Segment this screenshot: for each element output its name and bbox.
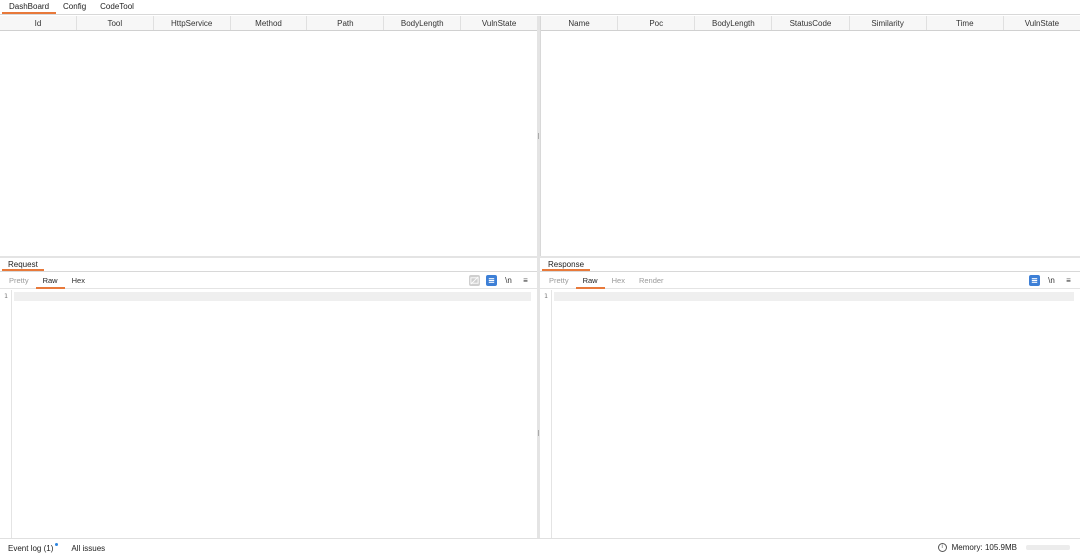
response-mode-hex[interactable]: Hex bbox=[605, 273, 632, 289]
column-header-vulnstate[interactable]: VulnState bbox=[1004, 16, 1080, 30]
right-table-header: Name Poc BodyLength StatusCode Similarit… bbox=[541, 16, 1080, 31]
column-header-method[interactable]: Method bbox=[231, 16, 308, 30]
response-toolbar: Pretty Raw Hex Render \n ≡ bbox=[540, 273, 1080, 289]
request-gutter: 1 bbox=[0, 290, 12, 538]
column-header-vulnstate[interactable]: VulnState bbox=[461, 16, 537, 30]
column-header-similarity[interactable]: Similarity bbox=[850, 16, 927, 30]
column-header-time[interactable]: Time bbox=[927, 16, 1004, 30]
response-mode-render[interactable]: Render bbox=[632, 273, 671, 289]
right-results-table: Name Poc BodyLength StatusCode Similarit… bbox=[540, 16, 1080, 256]
line-number: 1 bbox=[544, 292, 548, 300]
tab-response[interactable]: Response bbox=[542, 258, 591, 271]
column-header-path[interactable]: Path bbox=[307, 16, 385, 30]
right-table-body[interactable] bbox=[541, 31, 1080, 256]
splitter-grip bbox=[538, 430, 539, 436]
request-mode-pretty[interactable]: Pretty bbox=[2, 273, 36, 289]
response-mode-raw[interactable]: Raw bbox=[575, 273, 605, 289]
request-mode-raw[interactable]: Raw bbox=[35, 273, 65, 289]
tab-request[interactable]: Request bbox=[2, 258, 44, 271]
request-toolbar: Pretty Raw Hex \n ≡ bbox=[0, 273, 537, 289]
left-table-header: Id Tool HttpService Method Path BodyLeng… bbox=[0, 16, 537, 31]
current-line-highlight bbox=[14, 292, 531, 301]
column-header-id[interactable]: Id bbox=[0, 16, 77, 30]
newline-icon[interactable]: \n bbox=[1046, 275, 1057, 286]
all-issues-link[interactable]: All issues bbox=[71, 544, 105, 553]
hide-icon[interactable] bbox=[469, 275, 480, 286]
status-bar: Event log (1) All issues i Memory: 105.9… bbox=[0, 538, 1080, 557]
event-log-link[interactable]: Event log (1) bbox=[8, 542, 59, 553]
request-tools: \n ≡ bbox=[469, 275, 531, 286]
tab-dashboard[interactable]: DashBoard bbox=[2, 0, 57, 14]
format-icon[interactable] bbox=[486, 275, 497, 286]
column-header-tool[interactable]: Tool bbox=[77, 16, 154, 30]
left-results-table: Id Tool HttpService Method Path BodyLeng… bbox=[0, 16, 537, 256]
menu-icon[interactable]: ≡ bbox=[520, 275, 531, 286]
format-icon[interactable] bbox=[1029, 275, 1040, 286]
request-editor[interactable]: 1 bbox=[0, 290, 537, 538]
column-header-name[interactable]: Name bbox=[541, 16, 619, 30]
response-tools: \n ≡ bbox=[1029, 275, 1074, 286]
request-pane: Request Pretty Raw Hex \n ≡ 1 bbox=[0, 258, 537, 538]
response-pane: Response Pretty Raw Hex Render \n ≡ 1 bbox=[540, 258, 1080, 538]
memory-bar bbox=[1026, 545, 1070, 550]
response-gutter: 1 bbox=[540, 290, 552, 538]
memory-indicator: i Memory: 105.9MB bbox=[937, 543, 1070, 552]
info-icon: i bbox=[937, 543, 947, 552]
column-header-bodylength[interactable]: BodyLength bbox=[384, 16, 462, 30]
column-header-poc[interactable]: Poc bbox=[618, 16, 696, 30]
request-mode-hex[interactable]: Hex bbox=[65, 273, 92, 289]
event-log-label: Event log (1) bbox=[8, 543, 54, 553]
column-header-httpservice[interactable]: HttpService bbox=[154, 16, 231, 30]
left-table-body[interactable] bbox=[0, 31, 537, 256]
splitter-grip bbox=[538, 133, 539, 139]
memory-label: Memory: 105.9MB bbox=[951, 543, 1017, 552]
tab-codetool[interactable]: CodeTool bbox=[93, 0, 141, 14]
column-header-bodylength[interactable]: BodyLength bbox=[695, 16, 773, 30]
line-number: 1 bbox=[4, 292, 8, 300]
tab-config[interactable]: Config bbox=[56, 0, 93, 14]
response-editor[interactable]: 1 bbox=[540, 290, 1080, 538]
newline-icon[interactable]: \n bbox=[503, 275, 514, 286]
menu-icon[interactable]: ≡ bbox=[1063, 275, 1074, 286]
response-tabs: Response bbox=[540, 258, 1080, 272]
response-mode-pretty[interactable]: Pretty bbox=[542, 273, 576, 289]
request-tabs: Request bbox=[0, 258, 537, 272]
current-line-highlight bbox=[554, 292, 1074, 301]
main-tabs: DashBoard Config CodeTool bbox=[0, 0, 1080, 15]
column-header-statuscode[interactable]: StatusCode bbox=[772, 16, 850, 30]
notification-dot-icon bbox=[55, 542, 59, 546]
